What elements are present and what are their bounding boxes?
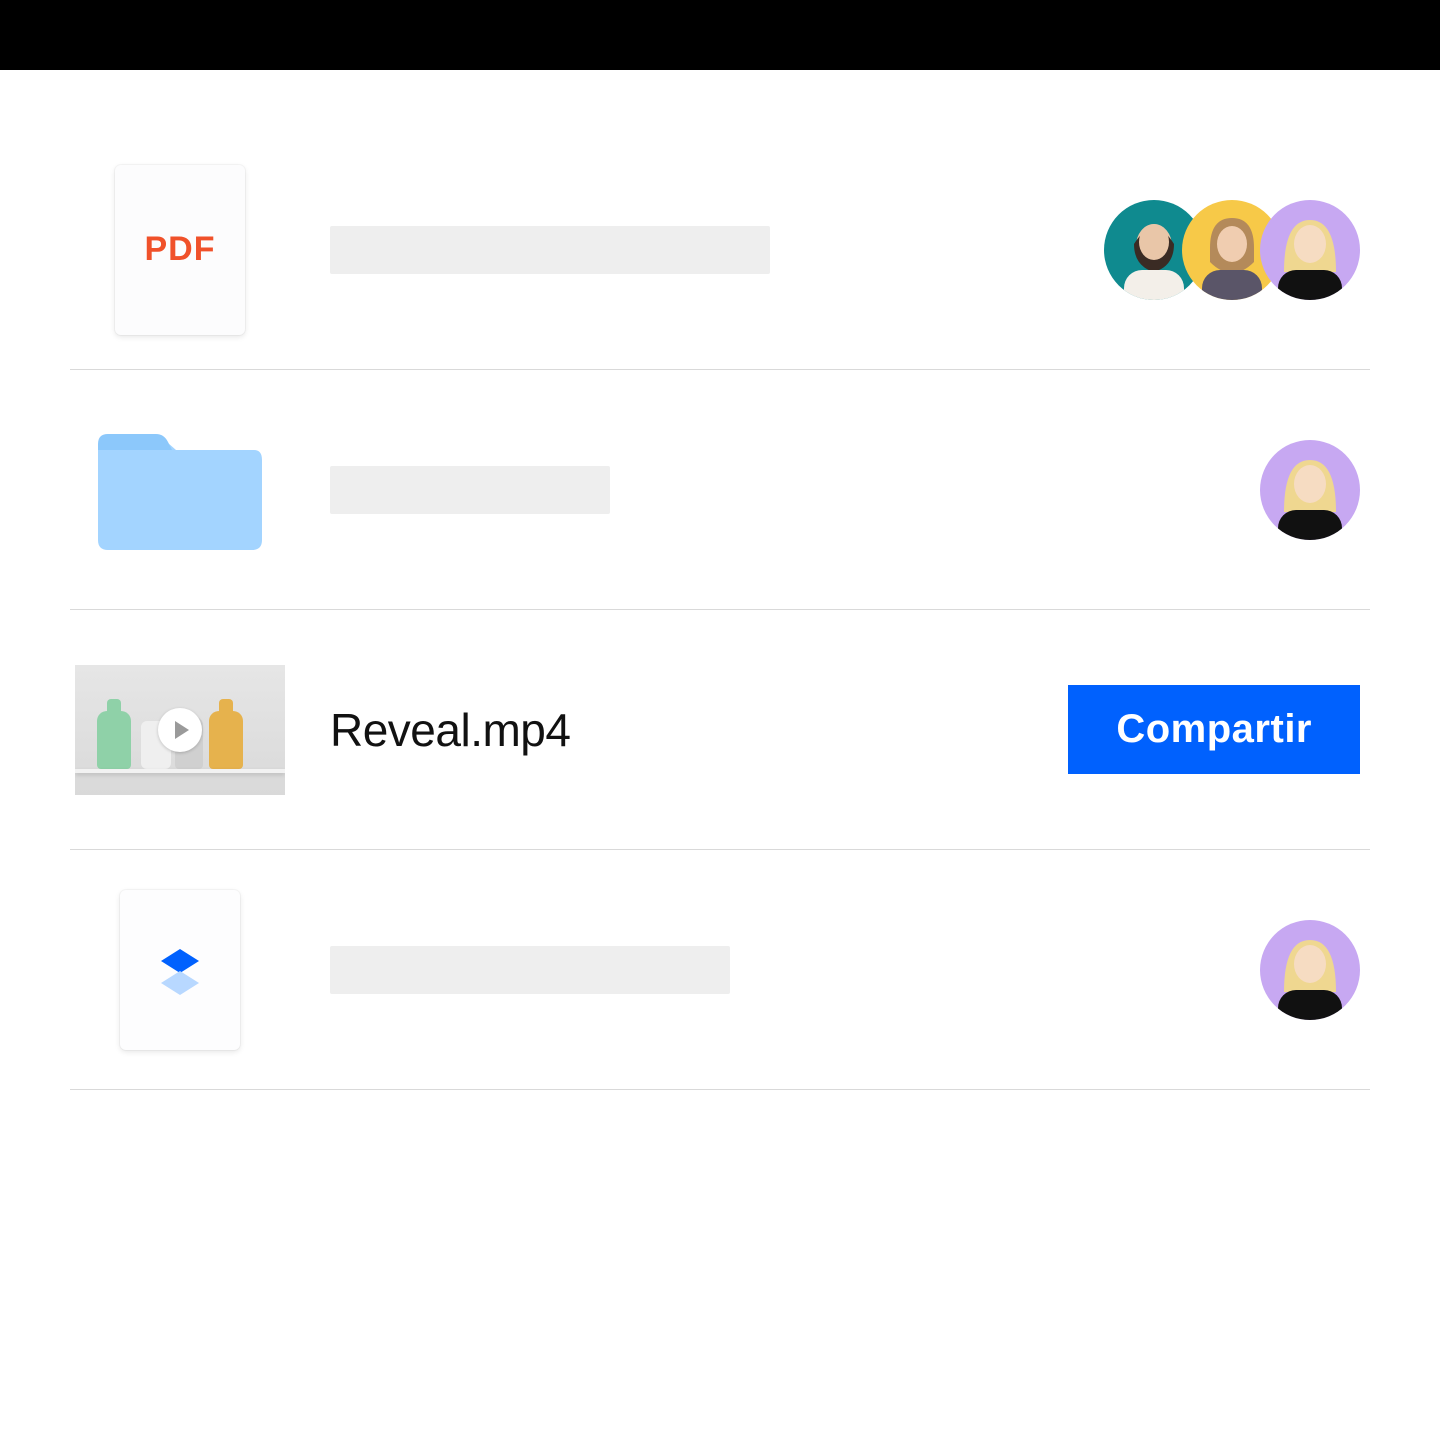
file-name (330, 466, 970, 514)
avatar-stack (1104, 200, 1360, 300)
video-thumbnail (70, 665, 290, 795)
collaborators (1010, 440, 1370, 540)
name-placeholder (330, 946, 730, 994)
play-icon (158, 708, 202, 752)
dropbox-file-icon (70, 890, 290, 1050)
file-name (330, 226, 970, 274)
file-name-text: Reveal.mp4 (330, 703, 570, 757)
list-item[interactable] (70, 850, 1370, 1090)
list-item[interactable] (70, 370, 1370, 610)
avatar[interactable] (1260, 440, 1360, 540)
file-icon-pdf: PDF (70, 165, 290, 335)
folder-icon (70, 415, 290, 565)
file-name (330, 946, 970, 994)
file-name: Reveal.mp4 (330, 703, 970, 757)
pdf-label: PDF (145, 230, 216, 269)
avatar[interactable] (1260, 920, 1360, 1020)
collaborators (1010, 920, 1370, 1020)
share-button[interactable]: Compartir (1068, 685, 1360, 774)
pdf-card: PDF (115, 165, 245, 335)
name-placeholder (330, 226, 770, 274)
name-placeholder (330, 466, 610, 514)
list-item[interactable]: PDF (70, 130, 1370, 370)
collaborators (1010, 200, 1370, 300)
file-list: PDF (0, 70, 1440, 1090)
dropbox-glyph-icon (151, 941, 209, 999)
avatar[interactable] (1260, 200, 1360, 300)
window-titlebar (0, 0, 1440, 70)
list-item[interactable]: Reveal.mp4 Compartir (70, 610, 1370, 850)
